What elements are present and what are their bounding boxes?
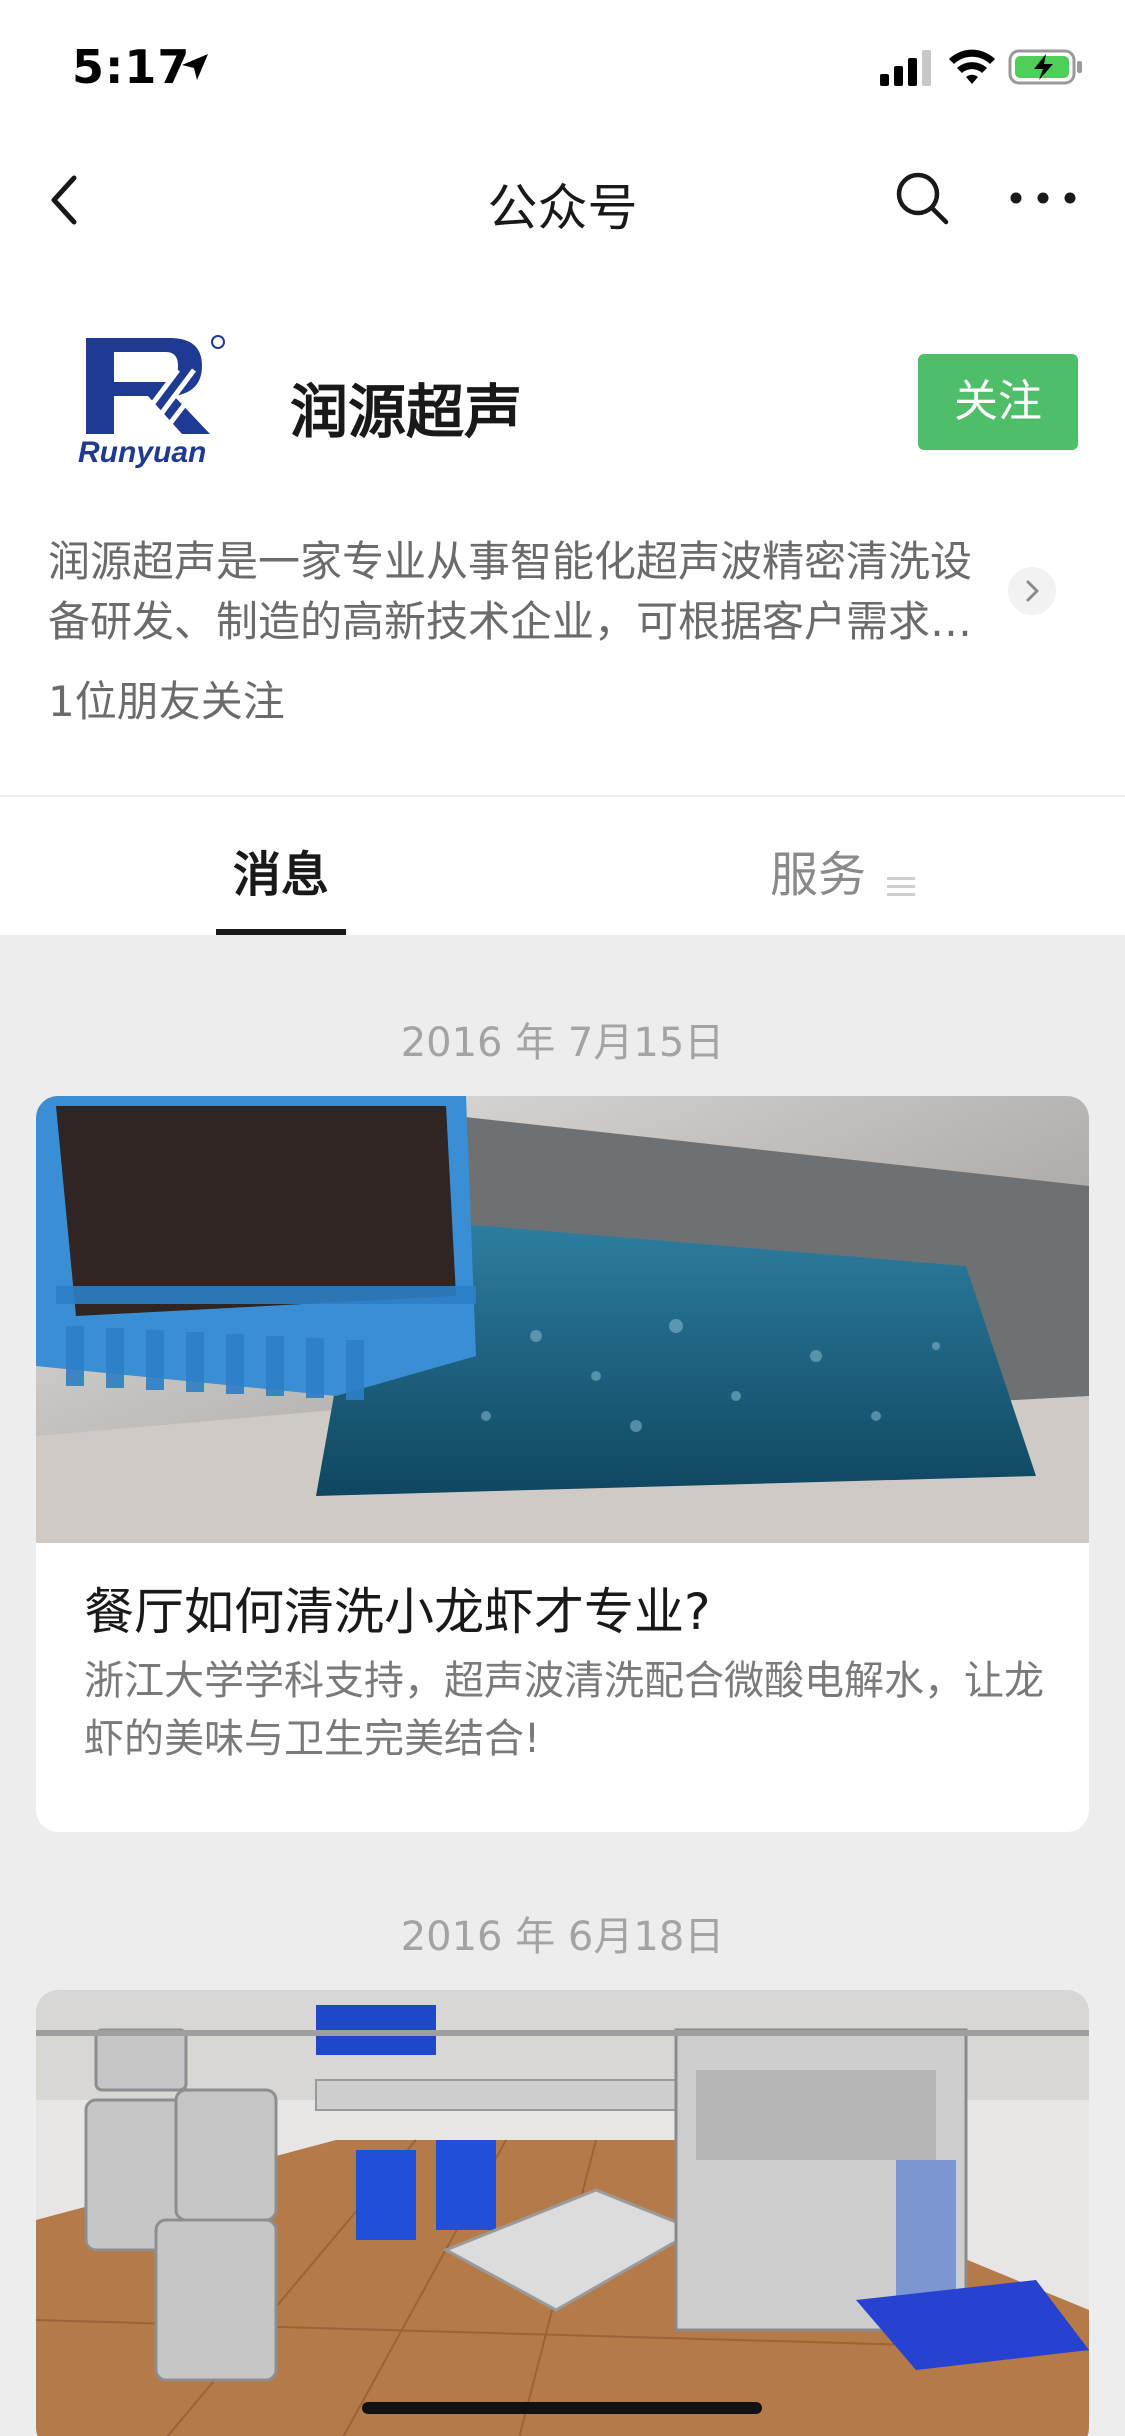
wifi-icon — [949, 49, 995, 84]
runyuan-logo: Runyuan — [78, 335, 225, 469]
article-digest: 浙江大学学科支持，超声波清洗配合微酸电解水，让龙虾的美味与卫生完美结合! — [84, 1658, 1044, 1762]
tab-messages[interactable]: 消息 — [216, 797, 346, 935]
tab-services-label: 服务 — [770, 847, 867, 903]
article-cover-image — [36, 1096, 1089, 1543]
tab-services[interactable]: 服务 — [770, 835, 917, 903]
battery-charging-icon — [1008, 49, 1082, 85]
home-indicator[interactable] — [362, 2402, 762, 2414]
tab-bar: 消息 服务 — [0, 797, 1125, 935]
active-tab-indicator — [216, 929, 346, 935]
article-cover-image — [36, 1990, 1089, 2436]
article-title[interactable]: 餐厅如何清洗小龙虾才专业? — [84, 1572, 711, 1644]
more-options-icon[interactable] — [1008, 178, 1078, 218]
screen: 5:17 公众号 Runyuan 润源超声 关注 润源超声是一家专业从事智能化超… — [0, 0, 1125, 2436]
status-time: 5:17 — [72, 40, 191, 94]
navigation-bar: 公众号 — [0, 140, 1125, 260]
search-icon[interactable] — [892, 168, 952, 228]
tab-messages-label: 消息 — [232, 847, 329, 903]
account-name: 润源超声 — [290, 378, 523, 446]
chevron-right-icon[interactable] — [1008, 567, 1056, 615]
page-title: 公众号 — [487, 179, 638, 237]
account-description[interactable]: 润源超声是一家专业从事智能化超声波精密清洗设备研发、制造的高新技术企业，可根据客… — [48, 532, 1008, 652]
article-card[interactable]: 餐厅如何清洗小龙虾才专业? 浙江大学学科支持，超声波清洗配合微酸电解水，让龙虾的… — [36, 1096, 1089, 1832]
message-date: 2016 年 7月15日 — [400, 1020, 725, 1066]
status-bar: 5:17 — [0, 0, 1125, 140]
account-profile: Runyuan 润源超声 关注 润源超声是一家专业从事智能化超声波精密清洗设备研… — [0, 260, 1125, 795]
follow-button[interactable]: 关注 — [918, 354, 1078, 450]
message-date: 2016 年 6月18日 — [400, 1914, 725, 1960]
friends-following: 1位朋友关注 — [48, 677, 285, 726]
cellular-signal-icon — [880, 50, 931, 86]
article-card[interactable] — [36, 1990, 1089, 2436]
logo-text: Runyuan — [78, 436, 206, 469]
menu-lines-icon — [887, 876, 916, 896]
location-arrow-icon — [182, 54, 208, 80]
